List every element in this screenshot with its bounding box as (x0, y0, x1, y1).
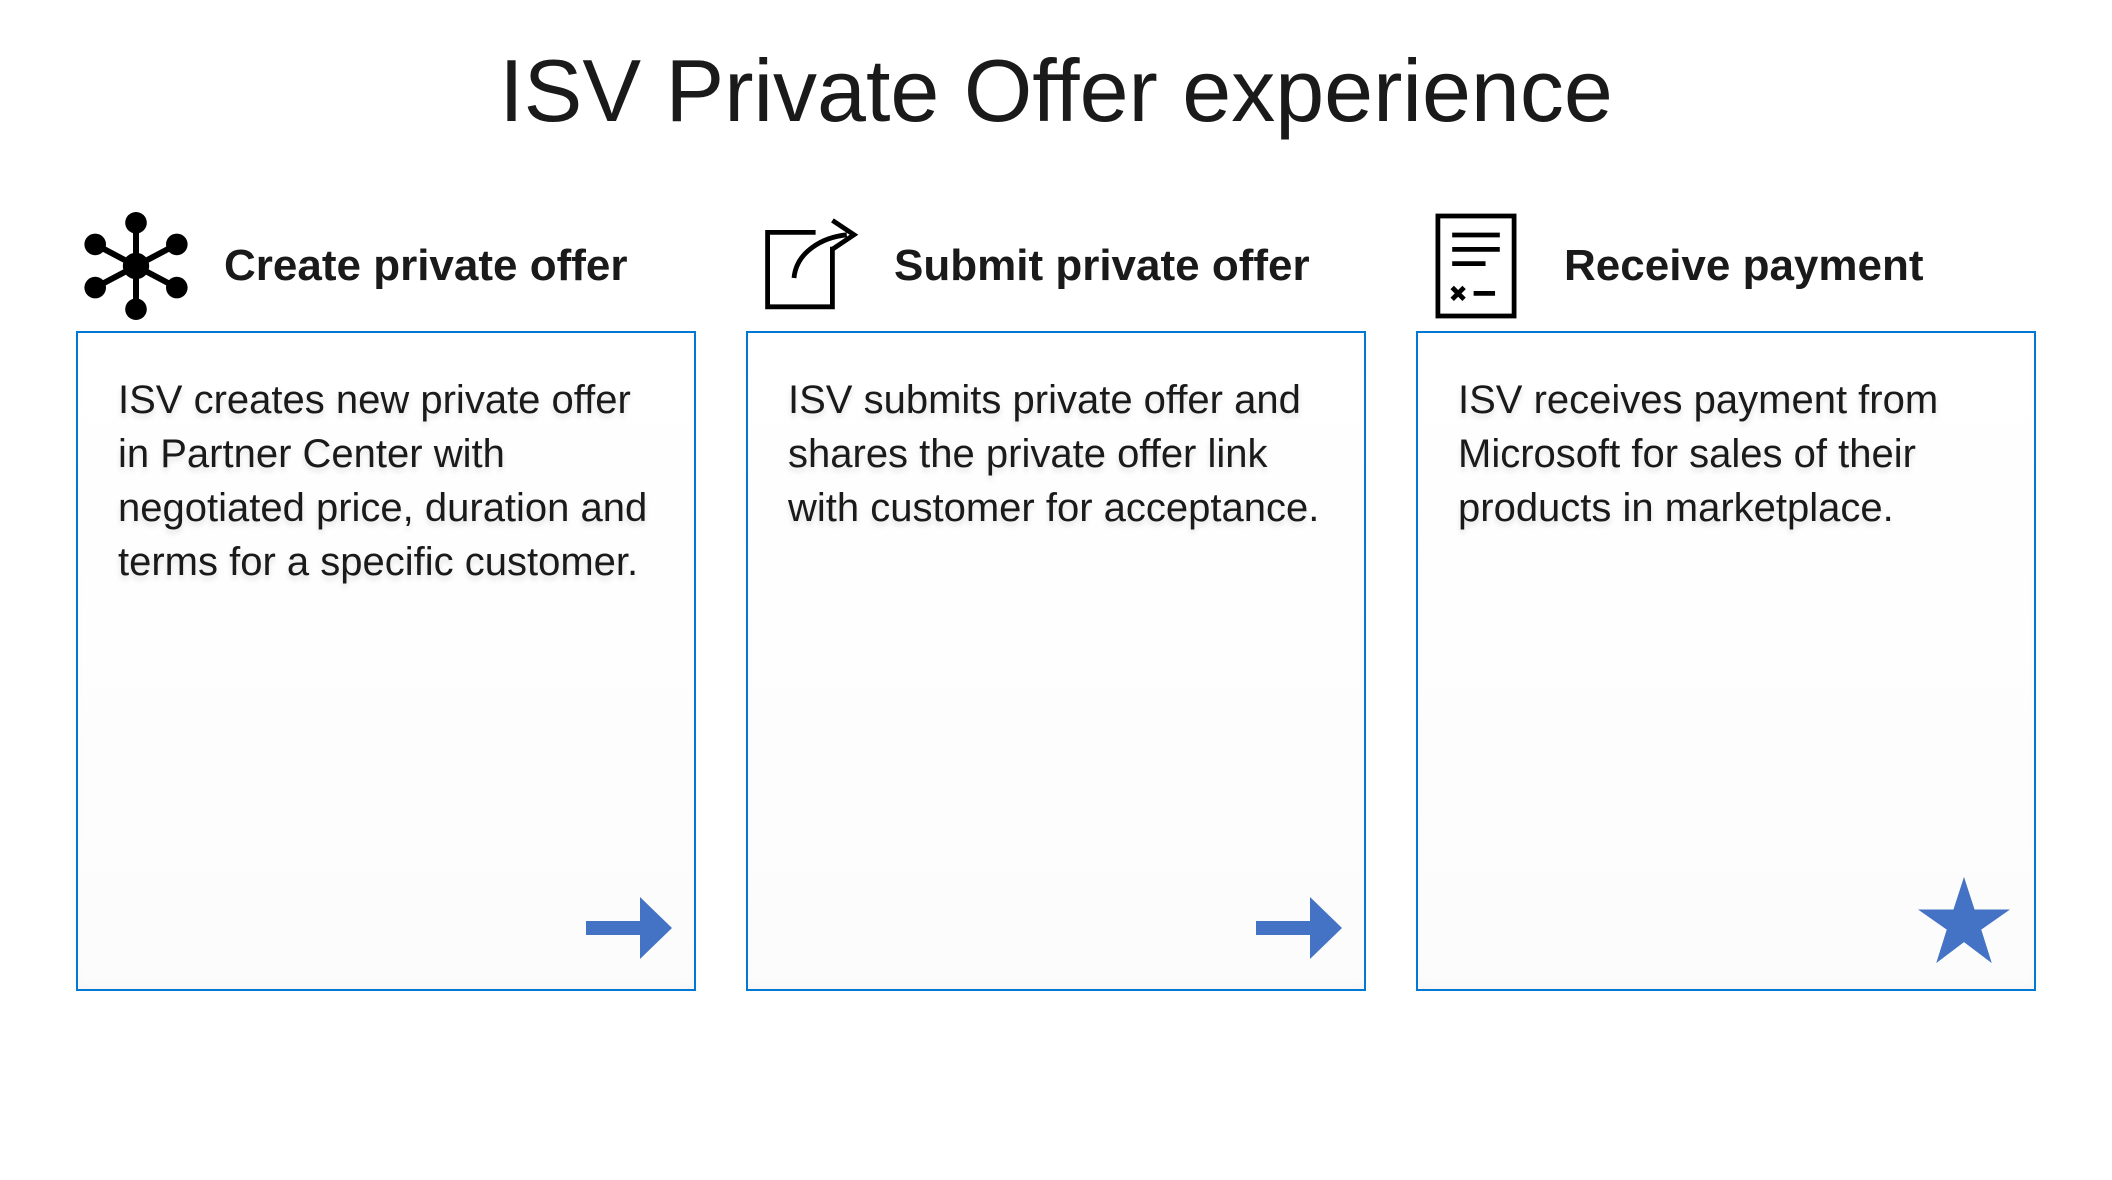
network-hub-icon (76, 206, 196, 326)
step-body: ISV creates new private offer in Partner… (118, 373, 654, 589)
step-card: ISV creates new private offer in Partner… (76, 331, 696, 991)
arrow-right-icon (580, 889, 672, 967)
step-card: ISV receives payment from Microsoft for … (1416, 331, 2036, 991)
step-title: Create private offer (224, 241, 627, 291)
arrow-right-icon (1250, 889, 1342, 967)
star-icon (1916, 875, 2012, 967)
step-header: Receive payment (1416, 201, 2036, 331)
step-header: Create private offer (76, 201, 696, 331)
step-row: Create private offer ISV creates new pri… (0, 201, 2112, 991)
page-title: ISV Private Offer experience (0, 40, 2112, 142)
step-submit: Submit private offer ISV submits private… (746, 201, 1366, 991)
step-create: Create private offer ISV creates new pri… (76, 201, 696, 991)
step-receive: Receive payment ISV receives payment fro… (1416, 201, 2036, 991)
step-body: ISV receives payment from Microsoft for … (1458, 373, 1994, 535)
step-title: Receive payment (1564, 241, 1924, 291)
document-icon (1416, 206, 1536, 326)
step-card: ISV submits private offer and shares the… (746, 331, 1366, 991)
step-title: Submit private offer (894, 241, 1310, 291)
step-body: ISV submits private offer and shares the… (788, 373, 1324, 535)
step-header: Submit private offer (746, 201, 1366, 331)
share-icon (746, 206, 866, 326)
